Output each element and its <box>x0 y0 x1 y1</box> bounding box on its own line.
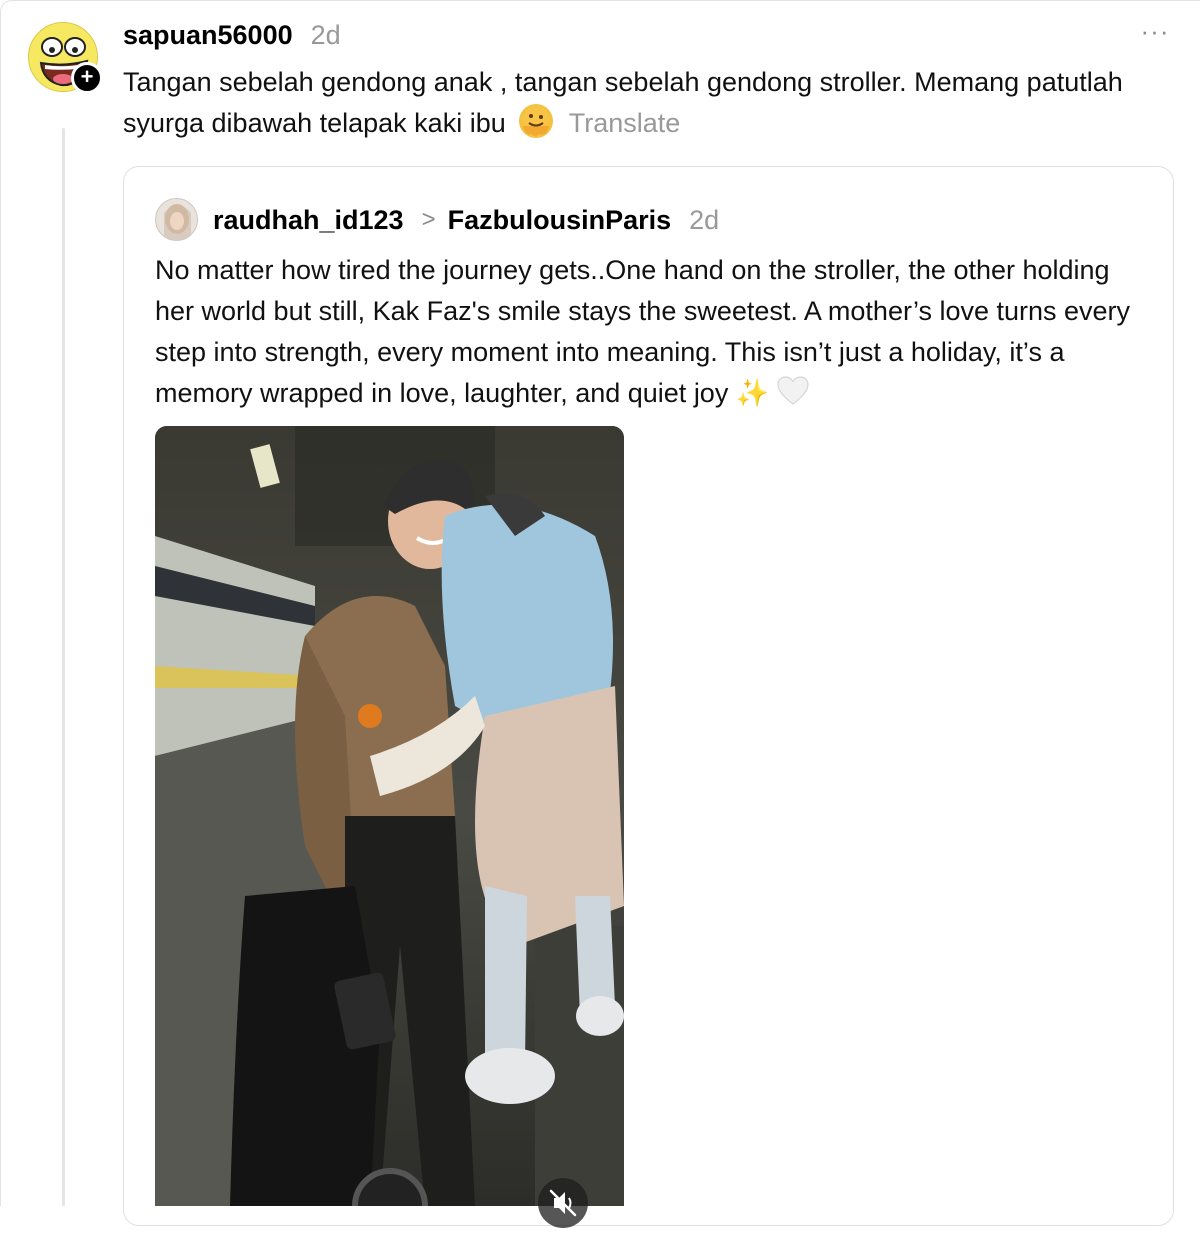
post-username[interactable]: sapuan56000 <box>123 20 293 51</box>
more-options-button[interactable]: ··· <box>1138 18 1172 48</box>
thread-connector-line <box>62 128 65 1206</box>
quoted-username[interactable]: raudhah_id123 <box>213 205 404 236</box>
quoted-timestamp[interactable]: 2d <box>689 205 719 236</box>
post-body: Tangan sebelah gendong anak , tangan seb… <box>123 62 1173 144</box>
quoted-post-body: No matter how tired the journey gets..On… <box>155 250 1155 414</box>
profile-photo-icon <box>156 199 197 240</box>
quoted-post-text: No matter how tired the journey gets..On… <box>155 255 1131 408</box>
follow-button[interactable]: + <box>71 62 103 94</box>
melting-face-emoji-icon <box>519 104 554 138</box>
post-header: sapuan56000 2d <box>123 18 341 52</box>
video-frame-image <box>155 426 624 1206</box>
translate-link[interactable]: Translate <box>569 108 681 138</box>
white-heart-emoji-icon <box>777 376 809 406</box>
reply-to-username[interactable]: FazbulousinParis <box>448 205 672 236</box>
speaker-muted-icon <box>549 1189 577 1217</box>
quoted-post-header: raudhah_id123 > FazbulousinParis 2d <box>213 202 719 238</box>
sparkles-emoji-icon: ✨ <box>735 378 770 408</box>
post-timestamp[interactable]: 2d <box>311 20 341 51</box>
chevron-right-icon: > <box>421 206 436 233</box>
quoted-user-avatar[interactable] <box>155 198 198 241</box>
video-thumbnail[interactable] <box>155 426 624 1206</box>
mute-toggle-button[interactable] <box>538 1178 588 1228</box>
